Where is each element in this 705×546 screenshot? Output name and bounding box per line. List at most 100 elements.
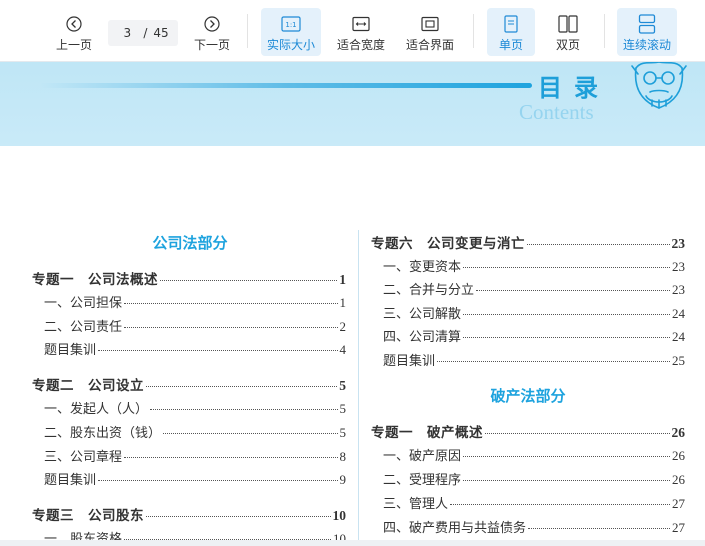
contents-banner: 目录 Contents — [0, 62, 705, 146]
toc-entry-page: 23 — [672, 258, 685, 274]
fit-width-icon — [352, 14, 370, 34]
toc-entry-page: 24 — [672, 305, 685, 321]
toc-entry-title: 专题一 公司法概述 — [32, 272, 158, 287]
toc-entry[interactable]: 二、公司责任 2 — [44, 316, 346, 334]
column-divider — [358, 230, 359, 546]
toc-entry-page: 9 — [339, 472, 347, 488]
double-page-button[interactable]: 双页 — [546, 8, 590, 56]
toc-entry[interactable]: 专题六 公司变更与消亡 23 — [371, 232, 685, 251]
toc-entry[interactable]: 专题一 公司法概述 1 — [32, 268, 346, 287]
toc-entry[interactable]: 一、公司担保 1 — [44, 292, 346, 310]
toc-entry[interactable]: 四、破产费用与共益债务 27 — [383, 517, 685, 535]
toolbar-divider — [604, 14, 605, 48]
toc-entry[interactable]: 题目集训 25 — [383, 350, 685, 368]
toc-entry-title: 二、股东出资（钱） — [44, 424, 162, 440]
toc-entry-title: 专题一 破产概述 — [371, 425, 483, 440]
toc-entry-title: 二、合并与分立 — [383, 282, 475, 298]
toc-entry-page: 26 — [672, 472, 685, 487]
toc-entry-title: 二、受理程序 — [383, 472, 462, 487]
next-page-button[interactable]: 下一页 — [190, 8, 234, 56]
reader-toolbar: 上一页 3 / 45 下一页 1:1 实际大小 适合宽度 适合界面 单页 双页 … — [0, 0, 705, 62]
continuous-scroll-button[interactable]: 连续滚动 — [617, 8, 677, 56]
section-title-company-law: 公司法部分 — [152, 236, 228, 252]
toc-entry-page: 26 — [671, 425, 686, 440]
double-page-label: 双页 — [555, 38, 580, 52]
toc-leader-dots — [150, 409, 338, 410]
toc-entry-title: 题目集训 — [44, 342, 97, 358]
single-page-button[interactable]: 单页 — [487, 8, 535, 56]
next-page-label: 下一页 — [193, 38, 230, 52]
chevron-left-circle-icon — [66, 14, 82, 34]
fit-page-label: 适合界面 — [405, 38, 454, 52]
actual-size-button[interactable]: 1:1 实际大小 — [261, 8, 321, 56]
toc-entry-page: 23 — [672, 282, 685, 298]
fit-page-icon — [421, 14, 439, 34]
toolbar-divider — [473, 14, 474, 48]
single-page-label: 单页 — [498, 38, 523, 52]
continuous-scroll-label: 连续滚动 — [622, 38, 671, 52]
toc-leader-dots — [463, 456, 670, 457]
toc-entry-title: 三、管理人 — [383, 496, 449, 511]
toc-entry[interactable]: 一、变更资本 23 — [383, 256, 685, 274]
toc-entry-page: 27 — [672, 496, 685, 511]
current-page-input[interactable]: 3 — [117, 26, 137, 40]
toc-entry-title: 四、公司清算 — [383, 329, 462, 345]
toc-entry[interactable]: 题目集训 9 — [44, 469, 346, 487]
toc-entry-title: 一、公司担保 — [44, 294, 123, 310]
toc-entry[interactable]: 三、公司章程 8 — [44, 446, 346, 464]
toc-entry[interactable]: 题目集训 4 — [44, 339, 346, 357]
toc-entry-page: 1 — [339, 294, 347, 310]
toc-leader-dots — [98, 350, 338, 352]
actual-size-icon: 1:1 — [281, 14, 301, 34]
toc-entry[interactable]: 专题一 破产概述 26 — [371, 421, 686, 440]
toc-entry[interactable]: 三、管理人 27 — [383, 493, 685, 511]
toc-entry-page: 27 — [672, 520, 685, 535]
toc-entry-title: 一、发起人（人） — [44, 401, 149, 416]
toc-leader-dots — [98, 480, 338, 482]
toc-leader-dots — [146, 516, 331, 518]
toc-leader-dots — [163, 432, 338, 434]
toc-entry-page: 5 — [339, 401, 347, 416]
toc-entry[interactable]: 二、合并与分立 23 — [383, 279, 685, 297]
actual-size-label: 实际大小 — [266, 38, 315, 52]
page-indicator: 3 / 45 — [108, 20, 178, 46]
toc-entry[interactable]: 二、股东出资（钱） 5 — [44, 422, 346, 440]
toc-leader-dots — [450, 504, 670, 505]
toc-leader-dots — [146, 386, 338, 388]
toc-entry[interactable]: 专题三 公司股东 10 — [32, 504, 346, 523]
toc-entry[interactable]: 专题二 公司设立 5 — [32, 374, 346, 394]
toc-entry-title: 题目集训 — [383, 353, 436, 368]
toc-leader-dots — [463, 337, 670, 339]
toc-entry-title: 专题六 公司变更与消亡 — [371, 236, 525, 251]
toc-entry[interactable]: 一、破产原因 26 — [383, 445, 685, 463]
fit-page-button[interactable]: 适合界面 — [401, 8, 459, 56]
toc-leader-dots — [485, 433, 670, 434]
bottom-status-strip — [0, 540, 705, 546]
toc-entry[interactable]: 二、受理程序 26 — [383, 469, 685, 487]
toc-entry-page: 2 — [339, 318, 347, 334]
prev-page-button[interactable]: 上一页 — [52, 8, 96, 56]
continuous-scroll-icon — [638, 14, 656, 34]
toc-entry-page: 25 — [672, 353, 685, 368]
toc-leader-dots — [528, 528, 670, 529]
toc-entry[interactable]: 四、公司清算 24 — [383, 326, 685, 344]
toc-entry[interactable]: 一、发起人（人） 5 — [44, 398, 346, 416]
toc-leader-dots — [124, 456, 338, 458]
toc-leader-dots — [463, 313, 670, 315]
toc-entry[interactable]: 三、公司解散 24 — [383, 303, 685, 321]
toolbar-divider — [247, 14, 248, 48]
toc-leader-dots — [527, 244, 670, 245]
toc-entry-title: 四、破产费用与共益债务 — [383, 520, 527, 535]
toc-entry-title: 三、公司解散 — [383, 305, 462, 321]
toc-entry-title: 二、公司责任 — [44, 318, 123, 334]
toc-entry-page: 5 — [339, 424, 347, 440]
toc-entry-title: 三、公司章程 — [44, 448, 123, 464]
toc-entry-page: 5 — [339, 378, 346, 394]
fit-width-button[interactable]: 适合宽度 — [333, 8, 389, 56]
toc-entry-page: 26 — [672, 448, 685, 463]
toc-entry-page: 24 — [672, 329, 685, 345]
toc-entry-title: 题目集训 — [44, 472, 97, 488]
toc-entry-title: 一、变更资本 — [383, 258, 462, 274]
page-separator: / — [143, 26, 148, 40]
toc-entry-page: 8 — [339, 448, 347, 464]
